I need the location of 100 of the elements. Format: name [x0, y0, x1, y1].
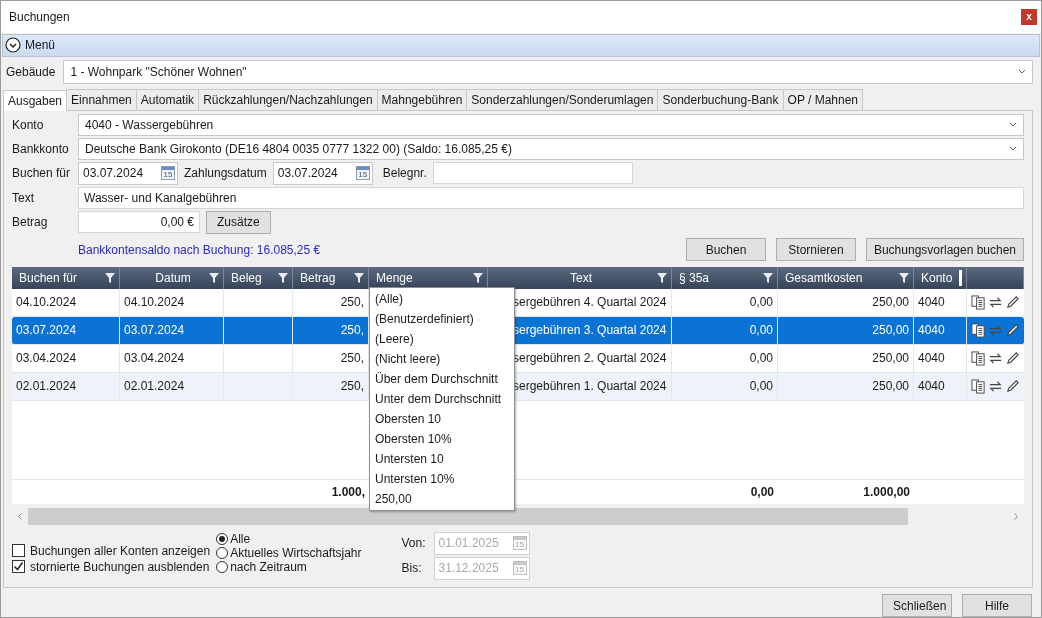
table-cell: 4040 [918, 295, 945, 310]
table-cell: 04.10.2024 [16, 295, 77, 310]
table-cell: 03.07.2024 [16, 323, 77, 338]
table-cell: 250, [340, 323, 364, 338]
column-header[interactable]: Betrag [293, 266, 369, 289]
calendar-icon[interactable]: 15 [355, 166, 370, 181]
chevron-down-icon [1018, 68, 1026, 75]
table-cell: 03.07.2024 [124, 323, 185, 338]
account-dropdown[interactable]: 4040 - Wassergebühren [78, 113, 1024, 136]
field-label: Buchen für [12, 166, 72, 181]
chevron-down-icon [1009, 121, 1017, 128]
table-cell: 250,00 [872, 295, 909, 310]
menu-item[interactable]: Obersten 10% [370, 428, 514, 449]
balance-note: Bankkontensaldo nach Buchung: 16.085,25 € [78, 242, 322, 257]
field-label: Gebäude [6, 64, 56, 79]
field-label: Zahlungsdatum [184, 166, 267, 181]
pencil-icon[interactable] [1005, 350, 1020, 366]
chevron-down-icon [1009, 145, 1017, 152]
total-value: 1.000, [331, 484, 365, 499]
copy-icon[interactable] [971, 350, 986, 366]
footer-button[interactable]: Hilfe [962, 594, 1032, 617]
pencil-icon[interactable] [1005, 322, 1020, 338]
table-cell: sergebühren 3. Quartal 2024 [513, 323, 667, 338]
table-cell: 250, [340, 379, 364, 394]
table-cell: sergebühren 4. Quartal 2024 [513, 295, 667, 310]
table-cell: 250,00 [872, 379, 909, 394]
menu-label: Menü [25, 38, 56, 53]
menu-item[interactable]: (Alle) [370, 288, 514, 309]
table-cell: 02.01.2024 [16, 379, 77, 394]
table-cell: 04.10.2024 [124, 295, 185, 310]
pencil-icon[interactable] [1005, 378, 1020, 394]
table-cell: 0,00 [749, 351, 773, 366]
column-header[interactable]: Buchen für [12, 266, 120, 289]
column-header[interactable]: Beleg [224, 266, 293, 289]
copy-icon[interactable] [971, 294, 986, 310]
date-field[interactable]: 03.07.2024 15 [78, 161, 178, 185]
action-button[interactable]: Buchen [686, 238, 766, 262]
menu-item[interactable]: Untersten 10 [370, 448, 514, 469]
column-resize-handle[interactable] [959, 269, 962, 286]
chevron-circle-icon [5, 37, 21, 54]
field-label: Bankkonto [12, 141, 70, 156]
bank-account-dropdown[interactable]: Deutsche Bank Girokonto (DE16 4804 0035 0777 1322 00) (Saldo: 16.085,25 €) [78, 137, 1024, 160]
tab[interactable]: Einnahmen [66, 88, 137, 110]
close-button[interactable]: x [1021, 8, 1037, 25]
menu-item[interactable]: (Nicht leere) [370, 348, 514, 369]
table-cell: sergebühren 2. Quartal 2024 [513, 351, 667, 366]
action-button[interactable]: Stornieren [776, 238, 856, 262]
table-cell: 250,00 [872, 351, 909, 366]
table-cell: 0,00 [749, 379, 773, 394]
footer-button[interactable]: Schließen [882, 594, 952, 617]
field-label: Belegnr. [382, 166, 427, 181]
radio-button[interactable] [216, 532, 229, 545]
extras-button[interactable]: Zusätze [206, 210, 271, 234]
table-cell: 0,00 [749, 323, 773, 338]
copy-icon[interactable] [971, 322, 986, 338]
total-value: 1.000,00 [863, 484, 910, 499]
field-label: Von: [401, 536, 427, 551]
tab[interactable]: Sonderzahlungen/Sonderumlagen [466, 88, 659, 110]
calendar-icon[interactable]: 15 [161, 166, 175, 181]
date-field[interactable]: 03.07.2024 15 [272, 161, 373, 185]
column-header[interactable]: Gesamtkosten [778, 266, 914, 289]
menu-item[interactable]: Obersten 10 [370, 408, 514, 429]
column-header[interactable]: Datum [120, 266, 224, 289]
checkbox-label: stornierte Buchungen ausblenden [30, 559, 210, 574]
checkbox-label: Buchungen aller Konten anzeigen [30, 543, 211, 558]
tab[interactable]: Automatik [135, 88, 200, 110]
column-header[interactable]: § 35a [672, 266, 778, 289]
amount-field[interactable]: 0,00 € [78, 211, 200, 234]
tab[interactable]: Rückzahlungen/Nachzahlungen [198, 88, 378, 110]
window-title: Buchungen [9, 9, 70, 24]
field-label: Konto [12, 117, 45, 132]
input-field[interactable] [432, 162, 633, 185]
table-cell: sergebühren 1. Quartal 2024 [513, 379, 667, 394]
input-field[interactable]: Wasser- und Kanalgebühren [78, 186, 1024, 209]
tab[interactable]: OP / Mahnen [782, 88, 864, 110]
table-cell: 03.04.2024 [16, 351, 77, 366]
table-cell: 4040 [918, 379, 945, 394]
table-cell: 02.01.2024 [124, 379, 185, 394]
table-cell: 03.04.2024 [124, 351, 185, 366]
menu-item[interactable]: 250,00 [370, 488, 514, 509]
tab[interactable]: Ausgaben [3, 89, 68, 111]
menu-bar[interactable]: Menü [2, 33, 1040, 57]
building-dropdown[interactable]: 1 - Wohnpark "Schöner Wohnen" [63, 59, 1033, 84]
column-header[interactable]: Konto [914, 266, 967, 289]
checkbox[interactable] [12, 560, 25, 574]
tab[interactable]: Mahngebühren [376, 88, 468, 110]
pencil-icon[interactable] [1005, 294, 1020, 310]
radio-button[interactable] [216, 560, 229, 573]
table-cell: 250, [340, 295, 364, 310]
checkbox[interactable] [12, 544, 25, 558]
tab[interactable]: Sonderbuchung-Bank [657, 88, 784, 110]
field-label: Text [12, 190, 35, 205]
menu-item[interactable]: Untersten 10% [370, 468, 514, 489]
radio-label: nach Zeitraum [230, 559, 307, 574]
copy-icon[interactable] [971, 378, 986, 394]
table-cell: 250, [340, 351, 364, 366]
action-button[interactable]: Buchungsvorlagen buchen [866, 238, 1024, 262]
table-cell: 4040 [918, 351, 945, 366]
radio-button[interactable] [216, 546, 229, 559]
table-cell: 250,00 [872, 323, 909, 338]
